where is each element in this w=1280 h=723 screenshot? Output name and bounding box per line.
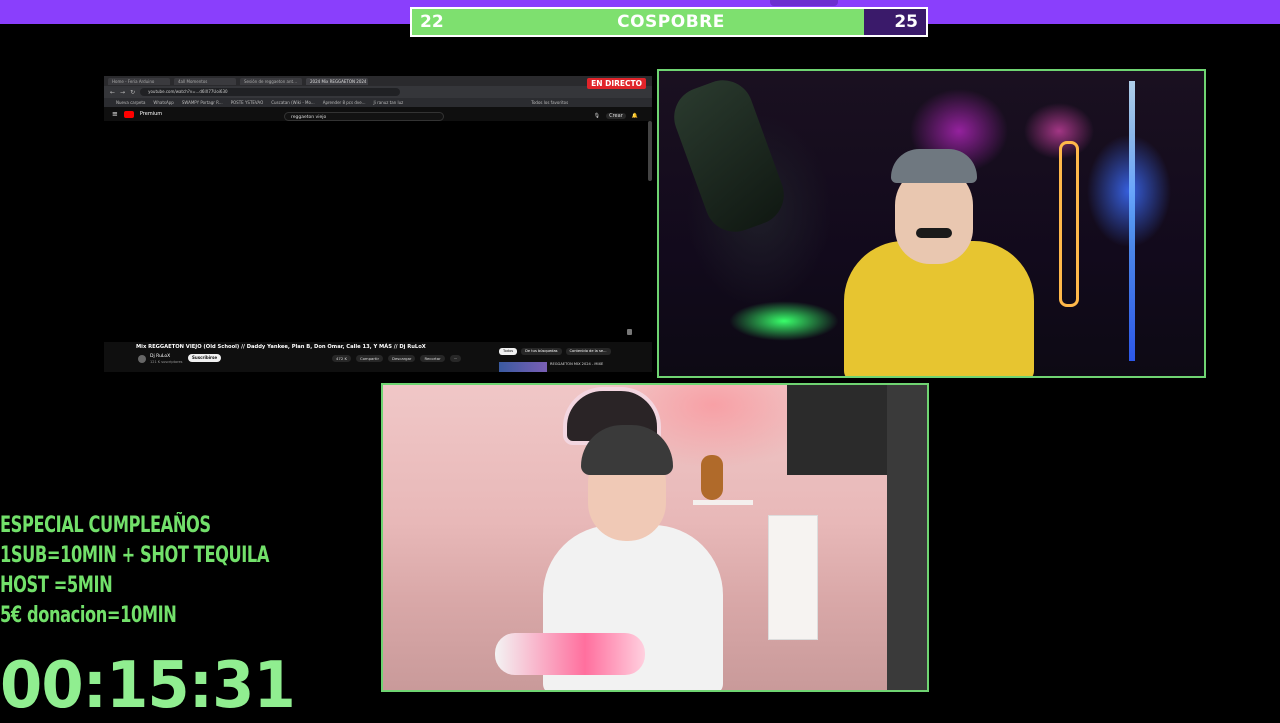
subscribe-button[interactable]: Suscribirse [188, 354, 222, 362]
browser-tab[interactable]: 4all Momentos [174, 77, 236, 85]
bookmark[interactable]: WhatsApp [153, 100, 173, 105]
bookmark[interactable]: SWAMPY Portagr R... [182, 100, 223, 105]
microphone-image [665, 71, 793, 241]
countdown-timer: 00:15:31 [0, 649, 296, 723]
bookmark[interactable]: Aprender 8 pcs dve... [323, 100, 366, 105]
bookmark-all[interactable]: Todos los favoritos [531, 100, 568, 105]
fake-mustache [916, 228, 952, 238]
promo-line-3: HOST =5MIN [0, 573, 113, 598]
browser-tabstrip: Home - Feria Arduino 4all Momentos Sesió… [104, 76, 652, 86]
browser-tab[interactable]: Home - Feria Arduino [108, 77, 170, 85]
bookmarks-bar: Nueva carpeta WhatsApp SWAMPY Portagr R.… [104, 98, 652, 107]
channel-name[interactable]: Dj RuLoX [150, 354, 170, 359]
live-badge: EN DIRECTO [587, 78, 646, 89]
neon-strip-light [1129, 81, 1135, 361]
youtube-header-actions: 🎙 Crear 🔔 [594, 113, 638, 119]
microphone-image [495, 633, 645, 675]
create-button[interactable]: Crear [606, 113, 626, 119]
forward-icon[interactable]: → [120, 89, 125, 96]
bookmark[interactable]: Nueva carpeta [116, 100, 145, 105]
chip-searches[interactable]: De tus búsquedas [521, 348, 562, 355]
webcam-bottom [381, 383, 929, 692]
video-info-bar: Mix REGGAETON VIEJO (Old School) // Dadd… [104, 342, 652, 372]
ukulele-image [701, 455, 723, 500]
youtube-logo-icon[interactable] [123, 110, 134, 118]
url-field[interactable]: youtube.com/watch?v=...d6lX77Uoi630 [140, 88, 401, 96]
streamer-cap [891, 149, 977, 183]
bookmark[interactable]: Ji ranuz tan luz [374, 100, 404, 105]
scrollbar[interactable] [648, 121, 652, 181]
player-settings-icon[interactable] [627, 329, 632, 335]
chip-content[interactable]: Contenido de la se... [565, 348, 611, 355]
chip-all[interactable]: Todos [499, 348, 518, 355]
more-button[interactable]: ··· [449, 355, 462, 362]
bell-icon[interactable]: 🔔 [632, 113, 638, 119]
browser-tab-active[interactable]: 2024 Mix REGGAETON 2024 [306, 77, 368, 85]
channel-avatar[interactable] [138, 355, 146, 363]
reload-icon[interactable]: ↻ [130, 89, 135, 96]
browser-tab[interactable]: Sesión de reggaeton ant… [240, 77, 302, 85]
score-right-segment: 25 [864, 9, 926, 35]
channel-subscribers: 121 K suscriptores [150, 360, 183, 364]
screen-share: Home - Feria Arduino 4all Momentos Sesió… [104, 76, 652, 372]
neon-tube-light [1059, 141, 1079, 307]
tv-screen [787, 385, 887, 475]
promo-line-4: 5€ donacion=10MIN [0, 603, 177, 628]
wall-shelf [693, 500, 753, 505]
recommendation-chips: Todos De tus búsquedas Contenido de la s… [499, 348, 611, 355]
clip-button[interactable]: Recortar [420, 355, 445, 362]
top-tab [770, 0, 838, 6]
score-left-segment: 22 COSPOBRE [412, 9, 864, 35]
bookmark[interactable]: POSTE YSTEVAO [231, 100, 264, 105]
recommendation-title[interactable]: REGGAETON MIX 2024 - MIXE [550, 362, 603, 366]
back-icon[interactable]: ← [110, 89, 115, 96]
mic-icon[interactable]: 🎙 [594, 113, 600, 119]
like-button[interactable]: 472 K [332, 355, 351, 362]
youtube-search-input[interactable]: reggaeton viejo [284, 112, 444, 121]
green-light [729, 301, 839, 341]
menu-icon[interactable]: ≡ [112, 110, 118, 118]
drawer-unit [768, 515, 818, 640]
bookmark[interactable]: Cuscatan (Wiki - Mo... [271, 100, 314, 105]
right-score: 25 [894, 12, 918, 32]
browser-addressbar: ← → ↻ youtube.com/watch?v=...d6lX77Uoi63… [104, 86, 652, 98]
door-edge [887, 385, 927, 690]
promo-text: ESPECIAL CUMPLEAÑOS 1SUB=10MIN + SHOT TE… [0, 511, 360, 631]
score-bar: 22 COSPOBRE 25 [410, 7, 928, 37]
video-actions: 472 K Compartir Descargar Recortar ··· [332, 355, 462, 362]
share-button[interactable]: Compartir [355, 355, 384, 362]
webcam-top [657, 69, 1206, 378]
youtube-brand: Premium [139, 111, 163, 117]
promo-line-1: ESPECIAL CUMPLEAÑOS [0, 513, 211, 538]
video-player[interactable] [104, 121, 644, 343]
download-button[interactable]: Descargar [388, 355, 416, 362]
recommendation-thumbnail[interactable] [499, 362, 547, 372]
video-title: Mix REGGAETON VIEJO (Old School) // Dadd… [136, 344, 426, 350]
promo-line-2: 1SUB=10MIN + SHOT TEQUILA [0, 543, 269, 568]
score-title: COSPOBRE [617, 12, 725, 32]
